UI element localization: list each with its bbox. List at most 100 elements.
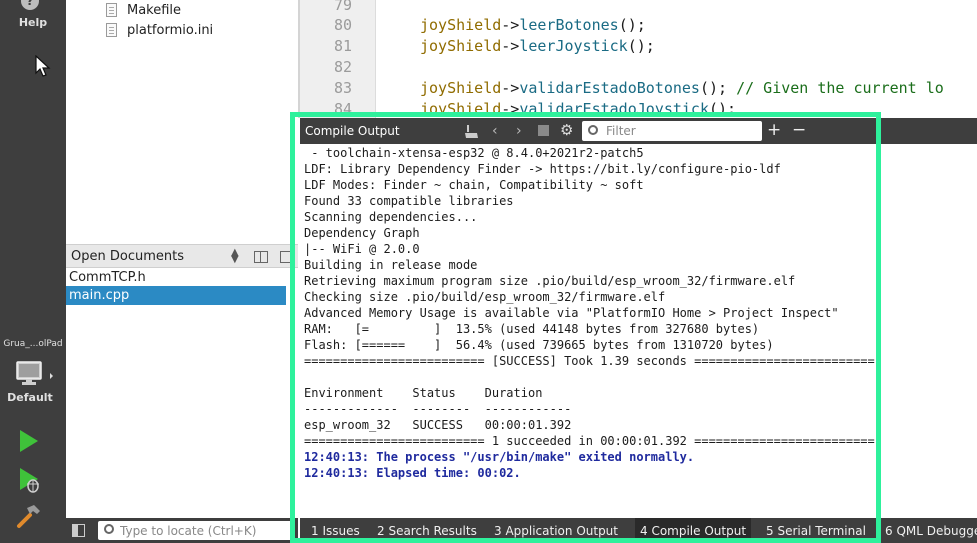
code-function: validarEstadoBotones (519, 79, 700, 97)
open-documents-list (66, 268, 298, 518)
code-object: joyShield (420, 100, 502, 118)
line-number: 80 (333, 16, 352, 34)
open-document-item[interactable]: CommTCP.h (66, 268, 286, 287)
code-operator: -> (501, 16, 520, 34)
output-line: Scanning dependencies... (304, 210, 478, 224)
kit-selector-button[interactable] (14, 360, 54, 388)
output-line: Advanced Memory Usage is available via "… (304, 306, 839, 320)
output-pane-toolbar: Compile Output ‹ › ⚙ + − (300, 118, 977, 144)
cursor-icon (35, 55, 51, 77)
filter-box (582, 121, 762, 141)
tab-application-output[interactable]: 3 Application Output (489, 518, 623, 543)
line-number: 79 (333, 0, 352, 14)
locator-input[interactable] (120, 522, 290, 539)
output-line: Building in release mode (304, 258, 478, 272)
help-mode-button[interactable]: ? Help (0, 0, 66, 34)
line-number: 84 (333, 100, 352, 118)
code-line: joyShield->leerBotones(); (420, 16, 646, 34)
code-punct: (); (709, 100, 737, 118)
output-info-line: 12:40:13: The process "/usr/bin/make" ex… (304, 450, 695, 464)
code-operator: -> (501, 79, 520, 97)
search-icon (104, 524, 114, 534)
output-tab-bar: 1 Issues 2 Search Results 3 Application … (300, 518, 977, 543)
tree-item-makefile[interactable]: Makefile (106, 1, 181, 19)
zoom-out-icon[interactable]: − (792, 120, 806, 140)
output-line: Found 33 compatible libraries (304, 194, 514, 208)
help-icon: ? (21, 0, 39, 10)
debug-run-icon[interactable] (18, 467, 42, 493)
sort-arrows-icon[interactable]: ▲ ▼ (231, 248, 239, 265)
next-item-icon[interactable]: › (516, 123, 522, 139)
code-function: validarEstadoJoystick (519, 100, 709, 118)
build-config-label: Default (7, 391, 53, 404)
output-line: RAM: [= ] 13.5% (used 44148 bytes from 3… (304, 322, 760, 336)
output-line: ------------- -------- ------------ (304, 402, 572, 416)
code-comment: // Given the current lo (736, 79, 944, 97)
clean-output-icon[interactable] (464, 124, 480, 139)
stop-icon[interactable] (538, 125, 549, 136)
output-pane-title: Compile Output (305, 124, 400, 138)
tab-search-results[interactable]: 2 Search Results (372, 518, 482, 543)
output-line: - toolchain-xtensa-esp32 @ 8.4.0+2021r2-… (304, 146, 644, 160)
code-operator: -> (501, 100, 520, 118)
zoom-in-icon[interactable]: + (767, 120, 781, 140)
output-line: ========================= [SUCCESS] Took… (304, 354, 875, 368)
output-line: Flash: [====== ] 56.4% (used 739665 byte… (304, 338, 774, 352)
output-line: esp_wroom_32 SUCCESS 00:00:01.392 (304, 418, 572, 432)
line-number: 81 (333, 37, 352, 55)
mode-bar: ? Help Grua_...olPad Default (0, 0, 66, 543)
close-pane-icon[interactable] (280, 251, 292, 263)
output-line: LDF Modes: Finder ~ chain, Compatibility… (304, 178, 644, 192)
code-punct: (); (618, 16, 646, 34)
file-icon (106, 23, 117, 37)
search-icon (588, 125, 598, 135)
project-tree: Makefile platformio.ini (66, 0, 298, 244)
locator-bar (66, 518, 298, 543)
output-line: LDF: Library Dependency Finder -> https:… (304, 162, 781, 176)
compile-output-text[interactable]: - toolchain-xtensa-esp32 @ 8.4.0+2021r2-… (300, 144, 977, 518)
tree-item-platformio-ini[interactable]: platformio.ini (106, 21, 213, 39)
open-documents-title[interactable]: Open Documents (71, 249, 184, 264)
output-line: |-- WiFi @ 2.0.0 (304, 242, 420, 256)
output-line: Checking size .pio/build/esp_wroom_32/fi… (304, 290, 666, 304)
output-info-line: 12:40:13: Elapsed time: 00:02. (304, 466, 521, 480)
help-label: Help (18, 16, 48, 29)
code-line: joyShield->leerJoystick(); (420, 37, 655, 55)
tree-item-label: Makefile (127, 2, 182, 18)
tab-serial-terminal[interactable]: 5 Serial Terminal (761, 518, 871, 543)
tab-qml-debugger-console[interactable]: 6 QML Debugger Console (880, 518, 977, 543)
run-icon[interactable] (18, 429, 40, 453)
locator-box (98, 521, 294, 540)
code-punct: (); (699, 79, 737, 97)
code-object: joyShield (420, 37, 502, 55)
code-line: joyShield->validarEstadoBotones(); // Gi… (420, 79, 944, 97)
code-object: joyShield (420, 79, 502, 97)
open-document-item-active[interactable]: main.cpp (66, 286, 286, 305)
output-line: Environment Status Duration (304, 386, 543, 400)
build-hammer-icon[interactable] (16, 503, 42, 529)
code-function: leerBotones (519, 16, 619, 34)
open-documents-header: Open Documents ▲ ▼ (66, 244, 298, 268)
kit-project-name: Grua_...olPad (3, 339, 63, 349)
line-number: 82 (333, 58, 352, 76)
tab-issues[interactable]: 1 Issues (306, 518, 365, 543)
code-line: joyShield->validarEstadoJoystick(); (420, 100, 736, 118)
output-line: Dependency Graph (304, 226, 420, 240)
code-editor[interactable]: 79 80 81 82 83 84 joyShield->leerBotones… (300, 0, 977, 118)
filter-input[interactable] (606, 123, 756, 139)
output-line: Retrieving maximum program size .pio/bui… (304, 274, 796, 288)
split-view-icon[interactable] (254, 251, 268, 263)
previous-item-icon[interactable]: ‹ (492, 123, 498, 139)
code-punct: (); (627, 37, 655, 55)
monitor-icon (16, 361, 53, 385)
gear-icon[interactable]: ⚙ (560, 121, 573, 139)
line-number: 83 (333, 79, 352, 97)
tree-item-label: platformio.ini (127, 22, 214, 38)
tab-compile-output[interactable]: 4 Compile Output (635, 518, 752, 543)
output-line: ========================= 1 succeeded in… (304, 434, 875, 448)
toggle-sidebar-icon[interactable] (72, 524, 85, 537)
code-function: leerJoystick (519, 37, 628, 55)
code-object: joyShield (420, 16, 502, 34)
code-operator: -> (501, 37, 520, 55)
file-icon (106, 3, 117, 17)
